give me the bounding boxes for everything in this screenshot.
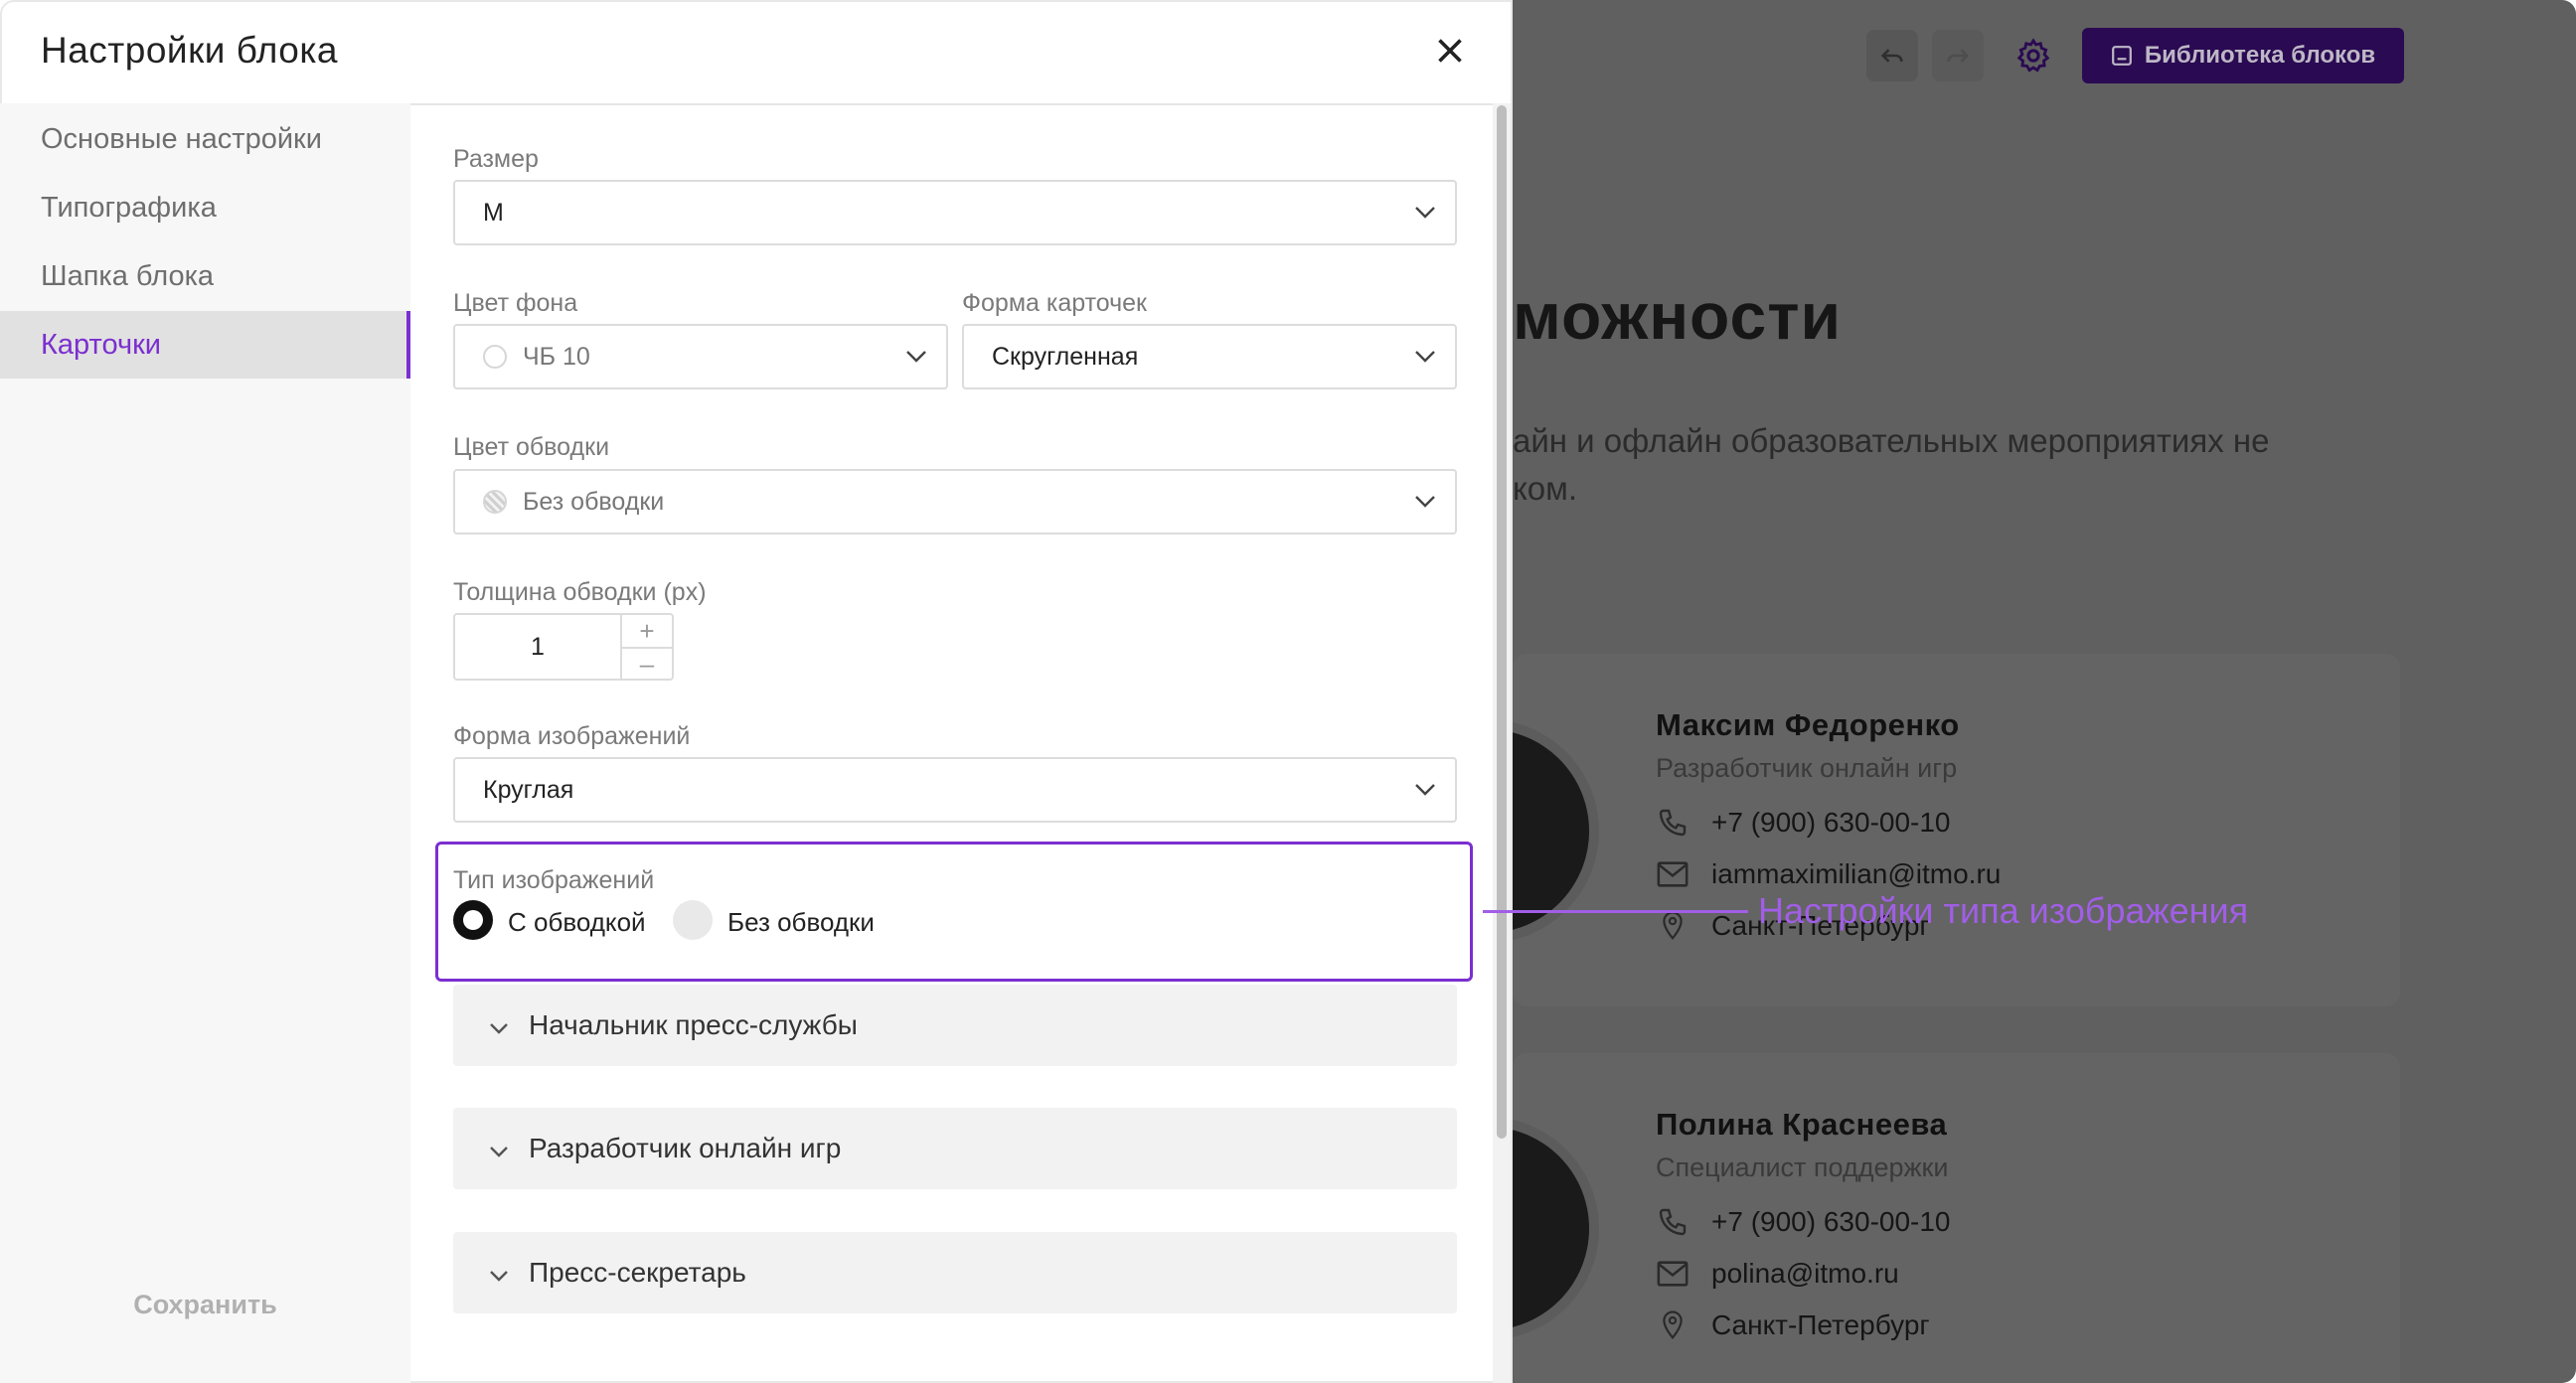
annotation-line	[1483, 910, 1748, 913]
card-city-text: Санкт-Петербург	[1711, 1309, 1930, 1340]
sidebar-item-label: Шапка блока	[41, 259, 215, 292]
accordion-label: Пресс-секретарь	[529, 1257, 746, 1288]
gear-icon	[2016, 38, 2050, 73]
redo-icon	[1947, 49, 1970, 63]
chevron-down-icon	[1395, 206, 1455, 220]
size-value: M	[483, 198, 504, 227]
stroke-width-input[interactable]: 1	[455, 615, 622, 679]
accordion-label: Начальник пресс-службы	[529, 1009, 858, 1040]
modal-title: Настройки блока	[41, 30, 338, 71]
description-line: ком.	[1513, 470, 1578, 507]
card-email: iammaximilian@itmo.ru	[1656, 858, 2001, 890]
sidebar-item-label: Основные настройки	[41, 122, 322, 155]
phone-icon	[1656, 807, 1690, 839]
block-library-label: Библиотека блоков	[2144, 42, 2376, 69]
sidebar-item-label: Типографика	[41, 191, 217, 224]
sidebar-item-main-settings[interactable]: Основные настройки	[0, 105, 410, 173]
card-phone-text: +7 (900) 630-00-10	[1711, 807, 1951, 838]
card-email-text: iammaximilian@itmo.ru	[1711, 858, 2002, 889]
card-role: Специалист поддержки	[1656, 1152, 1949, 1182]
no-color-swatch-icon	[483, 490, 507, 514]
background-heading: можности	[1513, 279, 1843, 353]
card-phone: +7 (900) 630-00-10	[1656, 807, 1951, 839]
card-city: Санкт-Петербург	[1656, 1309, 1930, 1341]
radio-with-stroke[interactable]	[453, 900, 493, 940]
description-line: айн и офлайн образовательных мероприятия…	[1513, 422, 2270, 459]
modal-header: Настройки блока	[0, 0, 1513, 105]
image-type-label: Тип изображений	[453, 866, 655, 894]
stroke-color-label: Цвет обводки	[453, 433, 610, 461]
settings-button[interactable]	[2008, 30, 2059, 81]
sidebar-item-block-header[interactable]: Шапка блока	[0, 242, 410, 310]
bg-color-value: ЧБ 10	[523, 342, 590, 371]
accordion-press-secretary[interactable]: Пресс-секретарь	[453, 1232, 1457, 1313]
image-shape-value: Круглая	[483, 775, 574, 804]
accordion-label: Разработчик онлайн игр	[529, 1133, 842, 1163]
chevron-down-icon	[489, 1009, 509, 1041]
scrollbar-thumb[interactable]	[1497, 105, 1507, 1139]
save-button[interactable]: Сохранить	[0, 1290, 410, 1320]
location-pin-icon	[1656, 1309, 1690, 1341]
radio-without-stroke[interactable]	[673, 900, 713, 940]
image-shape-select[interactable]: Круглая	[453, 757, 1457, 823]
block-library-button[interactable]: Библиотека блоков	[2082, 28, 2404, 83]
size-label: Размер	[453, 145, 539, 173]
sidebar-item-cards[interactable]: Карточки	[0, 311, 410, 379]
size-select[interactable]: M	[453, 180, 1457, 245]
mail-icon	[1656, 859, 1690, 889]
card-shape-select[interactable]: Скругленная	[962, 324, 1457, 389]
card-shape-label: Форма карточек	[962, 289, 1147, 317]
card-email: polina@itmo.ru	[1656, 1258, 1899, 1290]
library-icon	[2111, 46, 2132, 66]
undo-button[interactable]	[1866, 30, 1918, 81]
chevron-down-icon	[1395, 783, 1455, 797]
radio-with-stroke-label[interactable]: С обводкой	[508, 907, 646, 938]
card-phone: +7 (900) 630-00-10	[1656, 1206, 1951, 1238]
card-role: Разработчик онлайн игр	[1656, 753, 1958, 783]
bg-color-label: Цвет фона	[453, 289, 578, 317]
background-description: айн и офлайн образовательных мероприятия…	[1513, 417, 2367, 513]
image-shape-label: Форма изображений	[453, 722, 691, 750]
card-phone-text: +7 (900) 630-00-10	[1711, 1206, 1951, 1237]
decrement-button[interactable]: –	[622, 648, 672, 680]
chevron-down-icon	[886, 350, 946, 364]
sidebar-item-label: Карточки	[41, 328, 161, 361]
chevron-down-icon	[489, 1257, 509, 1289]
card-email-text: polina@itmo.ru	[1711, 1258, 1899, 1289]
phone-icon	[1656, 1206, 1690, 1238]
close-button[interactable]	[1427, 28, 1473, 74]
stroke-color-value: Без обводки	[523, 487, 665, 516]
chevron-down-icon	[489, 1133, 509, 1164]
increment-button[interactable]: +	[622, 615, 672, 649]
card-name: Полина Краснеева	[1656, 1107, 1948, 1142]
block-settings-modal: Настройки блока Основные настройки Типог…	[0, 0, 1513, 1383]
person-card	[1513, 1053, 2400, 1383]
mail-icon	[1656, 1259, 1690, 1289]
annotation-label: Настройки типа изображения	[1758, 890, 2249, 931]
accordion-press-head[interactable]: Начальник пресс-службы	[453, 985, 1457, 1066]
close-icon	[1438, 39, 1462, 63]
undo-icon	[1880, 49, 1903, 63]
screen: Библиотека блоков можности айн и офлайн …	[0, 0, 2576, 1383]
stroke-color-select[interactable]: Без обводки	[453, 469, 1457, 535]
card-shape-value: Скругленная	[992, 342, 1139, 371]
color-swatch-icon	[483, 345, 507, 369]
chevron-down-icon	[1395, 350, 1455, 364]
card-name: Максим Федоренко	[1656, 707, 1960, 742]
stroke-width-stepper: 1 + –	[453, 613, 674, 681]
accordion-game-developer[interactable]: Разработчик онлайн игр	[453, 1108, 1457, 1189]
chevron-down-icon	[1395, 495, 1455, 509]
radio-without-stroke-label[interactable]: Без обводки	[727, 907, 875, 938]
bg-color-select[interactable]: ЧБ 10	[453, 324, 948, 389]
stroke-width-label: Толщина обводки (px)	[453, 578, 707, 606]
sidebar-item-typography[interactable]: Типографика	[0, 174, 410, 241]
redo-button[interactable]	[1932, 30, 1984, 81]
location-pin-icon	[1656, 910, 1690, 942]
